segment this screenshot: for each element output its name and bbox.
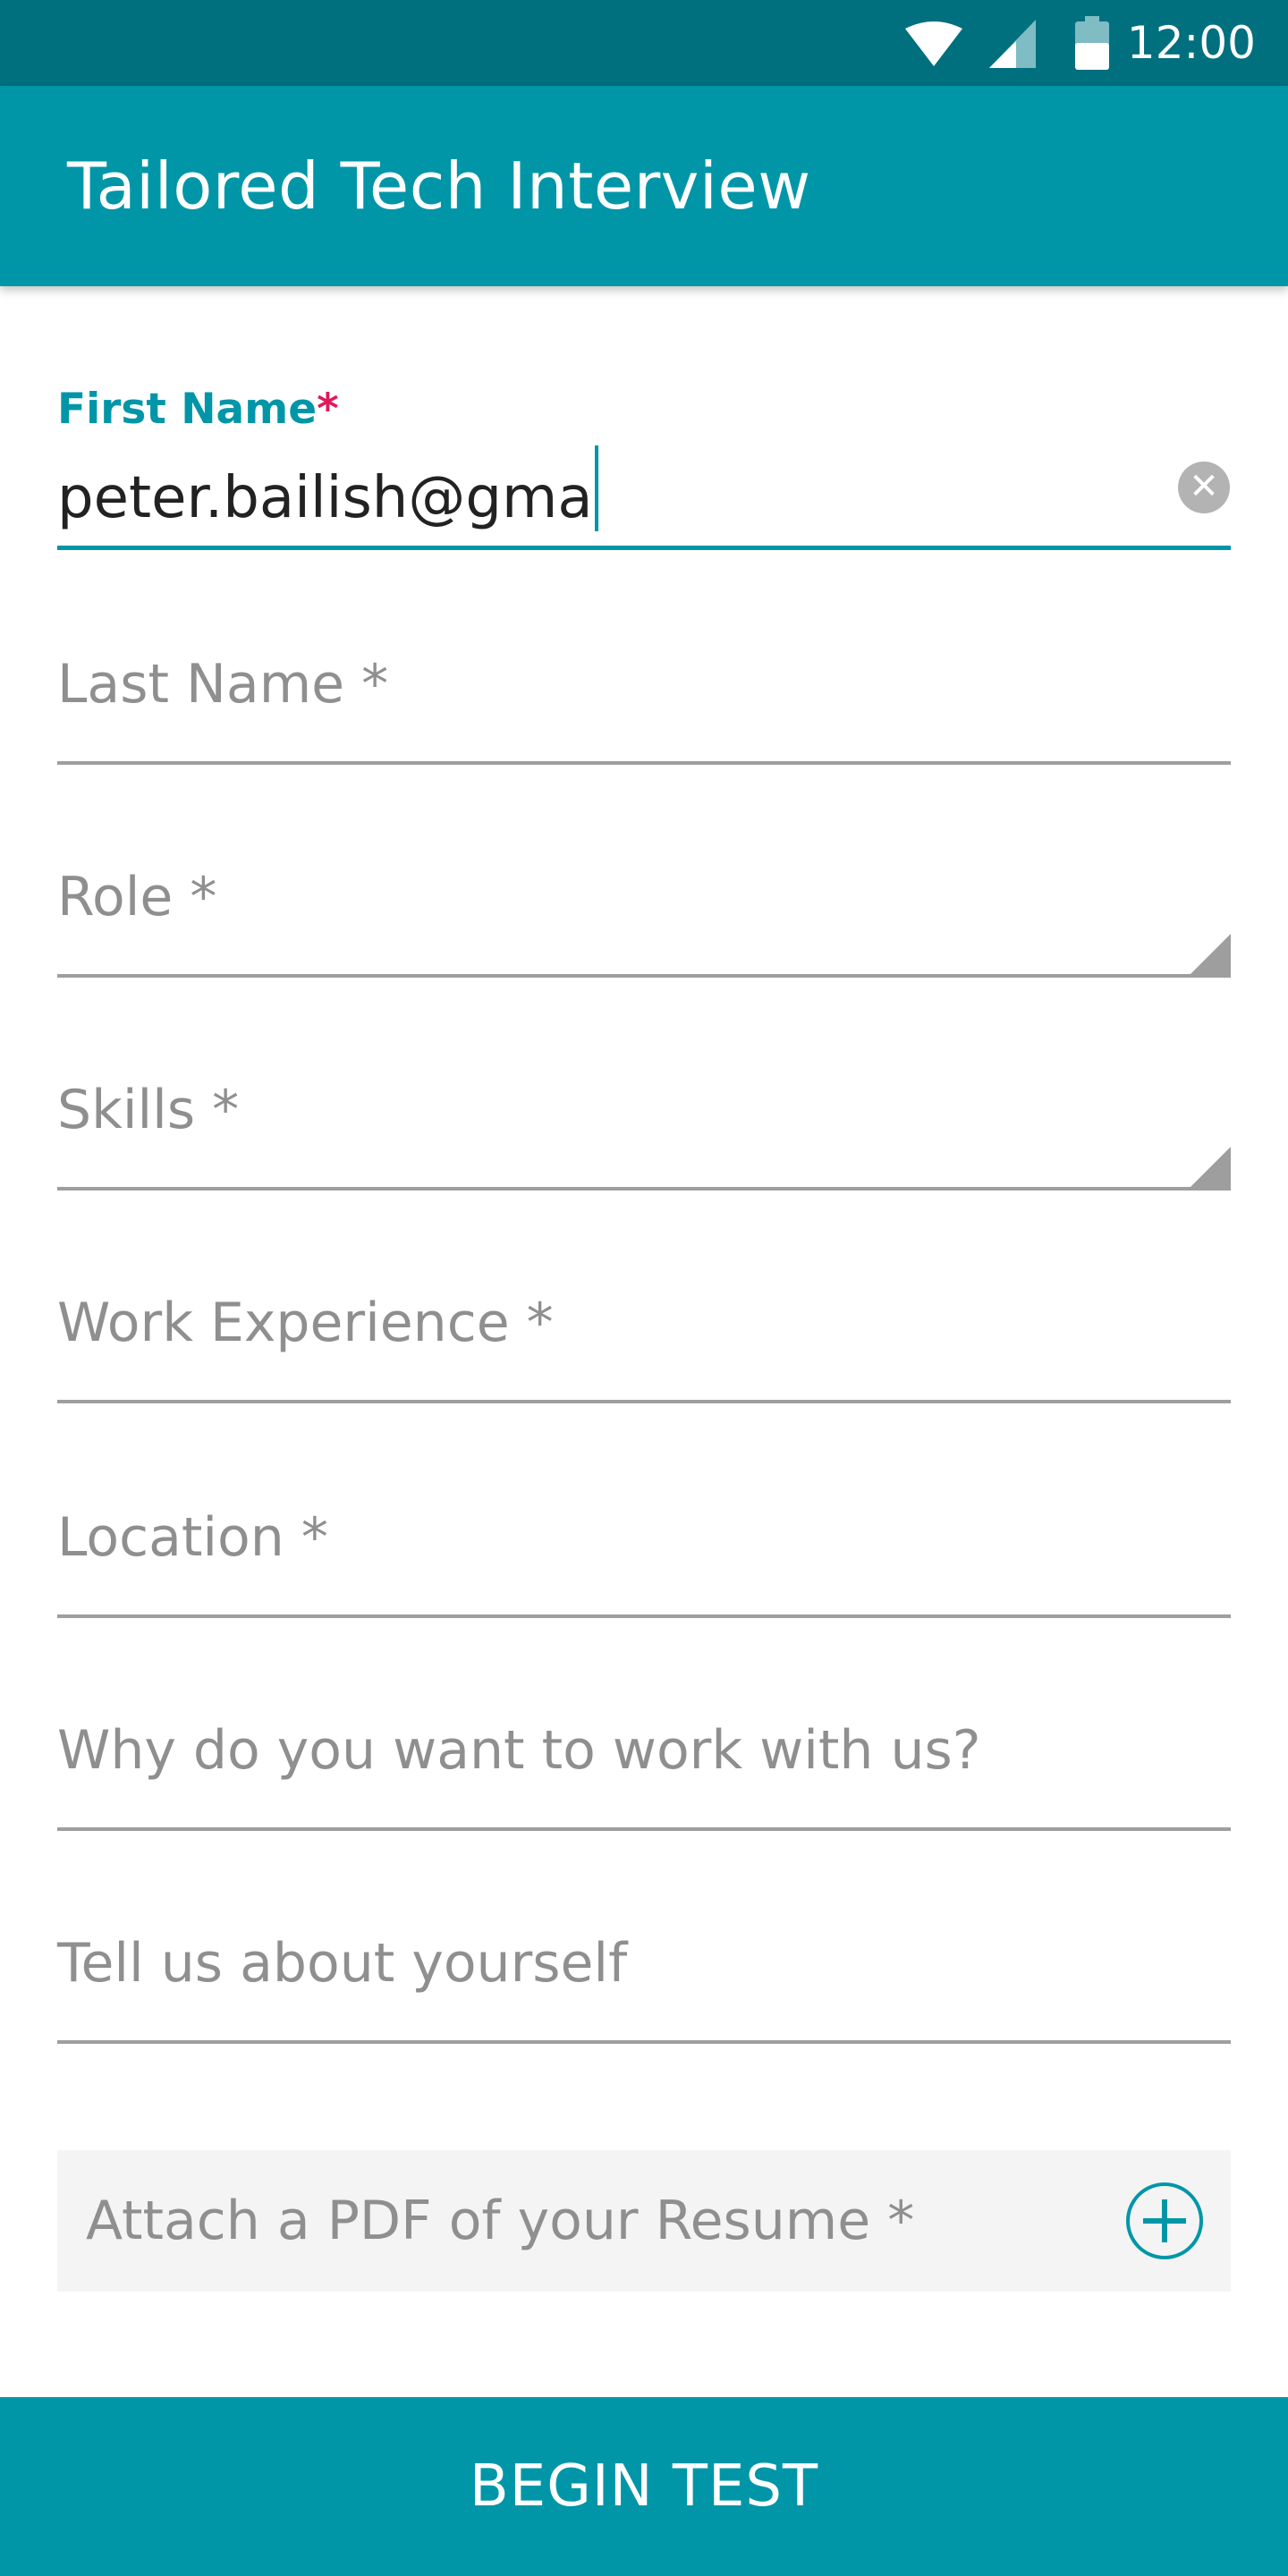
required-marker: * (317, 385, 339, 434)
work-experience-field[interactable]: Work Experience * (57, 1283, 1231, 1408)
wifi-icon (905, 21, 962, 66)
cell-signal-icon (989, 20, 1036, 68)
first-name-underline (57, 546, 1231, 550)
why-work-field[interactable]: Why do you want to work with us? (57, 1710, 1231, 1835)
first-name-value: peter.bailish@gma (57, 465, 593, 531)
skills-dropdown[interactable]: Skills * (57, 1070, 1231, 1195)
plus-circle-icon[interactable] (1125, 2182, 1204, 2260)
text-cursor (594, 445, 598, 531)
first-name-field[interactable]: First Name* peter.bailish@gma ✕ (57, 385, 1231, 555)
work-experience-placeholder: Work Experience * (57, 1292, 554, 1354)
location-placeholder: Location * (57, 1506, 328, 1569)
skills-placeholder: Skills * (57, 1079, 240, 1141)
clear-icon[interactable]: ✕ (1178, 462, 1230, 513)
role-placeholder: Role * (57, 866, 217, 928)
first-name-input[interactable]: peter.bailish@gma (57, 445, 598, 531)
first-name-label-text: First Name (57, 385, 318, 434)
dropdown-arrow-icon (1188, 1147, 1231, 1190)
last-name-placeholder: Last Name * (57, 653, 389, 716)
about-yourself-field[interactable]: Tell us about yourself (57, 1923, 1231, 2048)
skills-underline (57, 1187, 1231, 1191)
status-bar: 12:00 (0, 0, 1288, 86)
about-yourself-underline (57, 2040, 1231, 2044)
role-underline (57, 974, 1231, 978)
attach-resume-label: Attach a PDF of your Resume * (86, 2190, 915, 2252)
about-yourself-placeholder: Tell us about yourself (57, 1932, 628, 1995)
first-name-label: First Name* (57, 385, 339, 434)
location-field[interactable]: Location * (57, 1497, 1231, 1623)
why-work-placeholder: Why do you want to work with us? (57, 1719, 981, 1782)
attach-resume-button[interactable]: Attach a PDF of your Resume * (57, 2150, 1231, 2292)
app-bar: Tailored Tech Interview (0, 86, 1288, 286)
work-experience-underline (57, 1400, 1231, 1403)
begin-test-button[interactable]: BEGIN TEST (0, 2397, 1288, 2576)
dropdown-arrow-icon (1188, 934, 1231, 977)
status-time: 12:00 (1126, 17, 1256, 69)
why-work-underline (57, 1827, 1231, 1831)
last-name-underline (57, 761, 1231, 765)
location-underline (57, 1614, 1231, 1618)
last-name-field[interactable]: Last Name * (57, 644, 1231, 769)
app-title: Tailored Tech Interview (67, 148, 811, 224)
role-dropdown[interactable]: Role * (57, 857, 1231, 982)
battery-icon (1075, 16, 1109, 70)
